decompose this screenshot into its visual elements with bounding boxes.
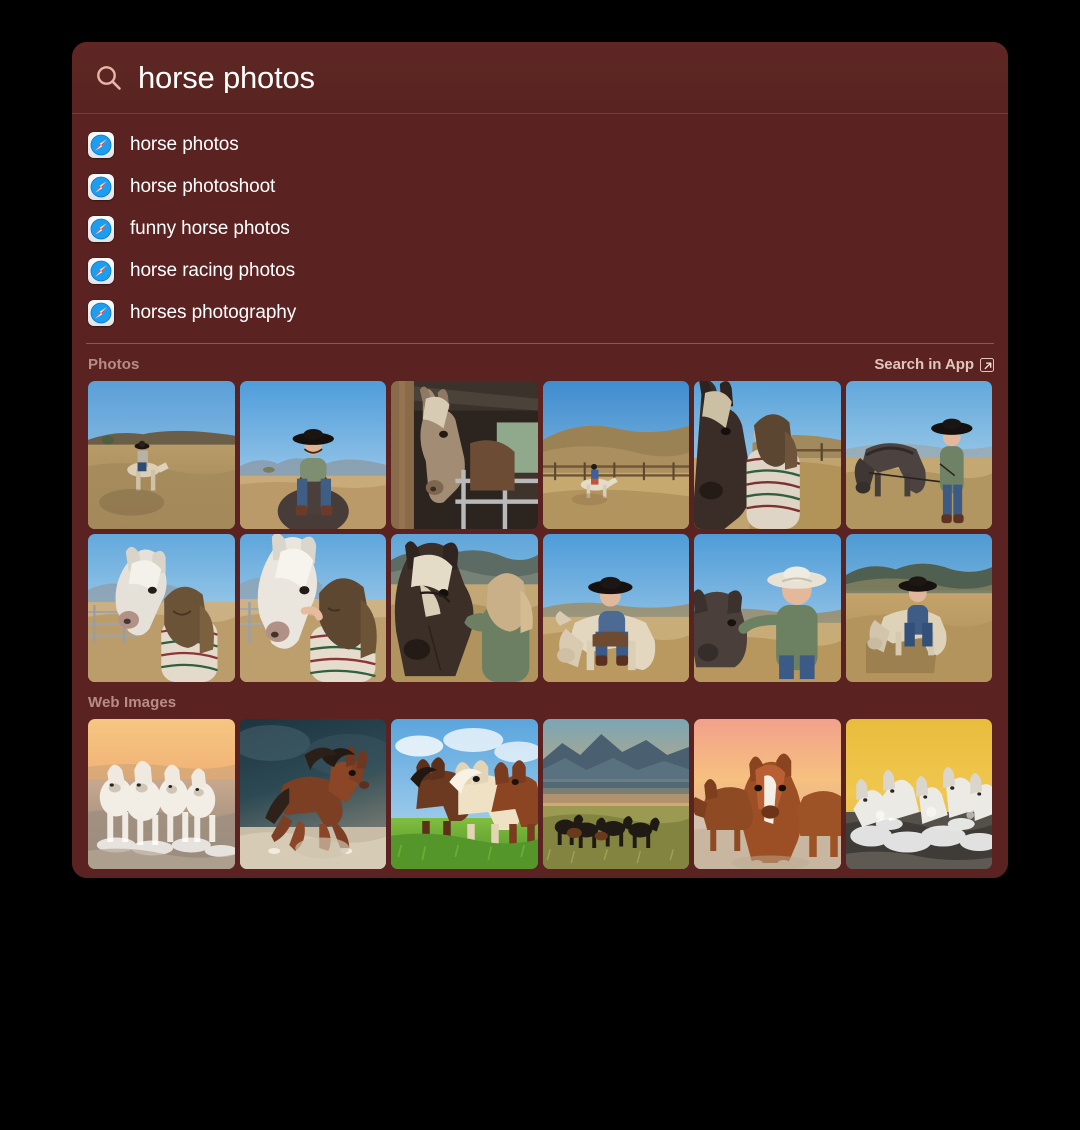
search-in-app-label: Search in App bbox=[874, 356, 974, 373]
photo-thumbnail[interactable] bbox=[88, 381, 235, 529]
suggestion-row[interactable]: funny horse photos bbox=[72, 208, 1008, 250]
web-images-grid-row-1 bbox=[72, 719, 1008, 869]
photo-thumbnail[interactable] bbox=[694, 381, 841, 529]
photo-thumbnail[interactable] bbox=[845, 381, 992, 529]
suggestion-label: funny horse photos bbox=[130, 218, 290, 239]
section-header-photos: Photos Search in App bbox=[72, 344, 1008, 381]
suggestion-list: horse photos horse photoshoot funny hors… bbox=[72, 114, 1008, 338]
photo-thumbnail[interactable] bbox=[694, 534, 841, 682]
external-link-icon bbox=[980, 357, 994, 372]
suggestion-row[interactable]: horse racing photos bbox=[72, 250, 1008, 292]
section-header-web-images: Web Images bbox=[72, 682, 1008, 719]
section-title: Photos bbox=[88, 356, 140, 373]
safari-icon bbox=[88, 132, 114, 158]
photo-thumbnail[interactable] bbox=[239, 381, 386, 529]
web-image-thumbnail[interactable] bbox=[88, 719, 235, 869]
web-image-thumbnail[interactable] bbox=[391, 719, 538, 869]
photo-thumbnail[interactable] bbox=[88, 534, 235, 682]
photo-thumbnail[interactable] bbox=[845, 534, 992, 682]
suggestion-row[interactable]: horse photoshoot bbox=[72, 166, 1008, 208]
suggestion-label: horse photoshoot bbox=[130, 176, 276, 197]
photo-thumbnail[interactable] bbox=[542, 381, 689, 529]
suggestion-row[interactable]: horses photography bbox=[72, 292, 1008, 334]
suggestion-label: horse racing photos bbox=[130, 260, 295, 281]
web-image-thumbnail[interactable] bbox=[239, 719, 386, 869]
search-in-app-button[interactable]: Search in App bbox=[874, 356, 994, 373]
web-image-thumbnail[interactable] bbox=[694, 719, 841, 869]
photo-thumbnail[interactable] bbox=[239, 534, 386, 682]
results-body: horse photos horse photoshoot funny hors… bbox=[72, 114, 1008, 878]
photo-thumbnail[interactable] bbox=[391, 534, 538, 682]
web-image-thumbnail[interactable] bbox=[845, 719, 992, 869]
search-input[interactable]: horse photos bbox=[138, 62, 315, 93]
photo-thumbnail[interactable] bbox=[542, 534, 689, 682]
safari-icon bbox=[88, 174, 114, 200]
suggestion-row[interactable]: horse photos bbox=[72, 124, 1008, 166]
search-icon bbox=[94, 63, 124, 93]
photos-grid-row-2 bbox=[72, 534, 1008, 682]
safari-icon bbox=[88, 258, 114, 284]
suggestion-label: horse photos bbox=[130, 134, 239, 155]
safari-icon bbox=[88, 216, 114, 242]
web-image-thumbnail[interactable] bbox=[542, 719, 689, 869]
photo-thumbnail[interactable] bbox=[391, 381, 538, 529]
suggestion-label: horses photography bbox=[130, 302, 297, 323]
photos-grid-row-1 bbox=[72, 381, 1008, 529]
search-bar[interactable]: horse photos bbox=[72, 42, 1008, 114]
spotlight-panel: horse photos horse photos horse photosho… bbox=[72, 42, 1008, 878]
section-title: Web Images bbox=[88, 694, 177, 711]
safari-icon bbox=[88, 300, 114, 326]
